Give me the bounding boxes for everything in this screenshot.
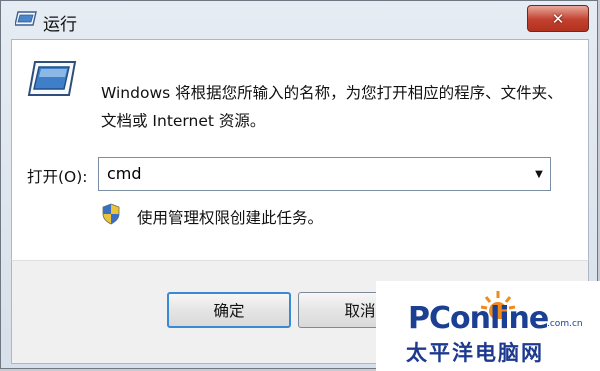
- watermark-brand: PConline: [408, 301, 549, 336]
- title-bar[interactable]: 运行 ✕: [1, 1, 597, 39]
- admin-note: 使用管理权限创建此任务。: [137, 209, 324, 227]
- run-app-icon: [14, 10, 37, 27]
- open-label: 打开(O):: [27, 168, 88, 186]
- ok-button[interactable]: 确定: [167, 292, 291, 328]
- close-button[interactable]: ✕: [527, 5, 589, 32]
- chevron-down-icon[interactable]: ▼: [529, 159, 549, 189]
- window-title: 运行: [43, 15, 77, 35]
- watermark-chinese: 太平洋电脑网: [406, 341, 544, 365]
- uac-shield-icon: [101, 203, 121, 225]
- watermark-domain: .com.cn: [547, 319, 583, 329]
- run-large-icon: [27, 59, 77, 99]
- pconline-watermark: PConline .com.cn 太平洋电脑网: [376, 281, 600, 371]
- dialog-description: Windows 将根据您所输入的名称，为您打开相应的程序、文件夹、文档或 Int…: [101, 84, 563, 130]
- open-input[interactable]: cmd: [107, 164, 142, 183]
- open-combobox[interactable]: cmd ▼: [98, 157, 551, 191]
- close-icon: ✕: [551, 9, 565, 28]
